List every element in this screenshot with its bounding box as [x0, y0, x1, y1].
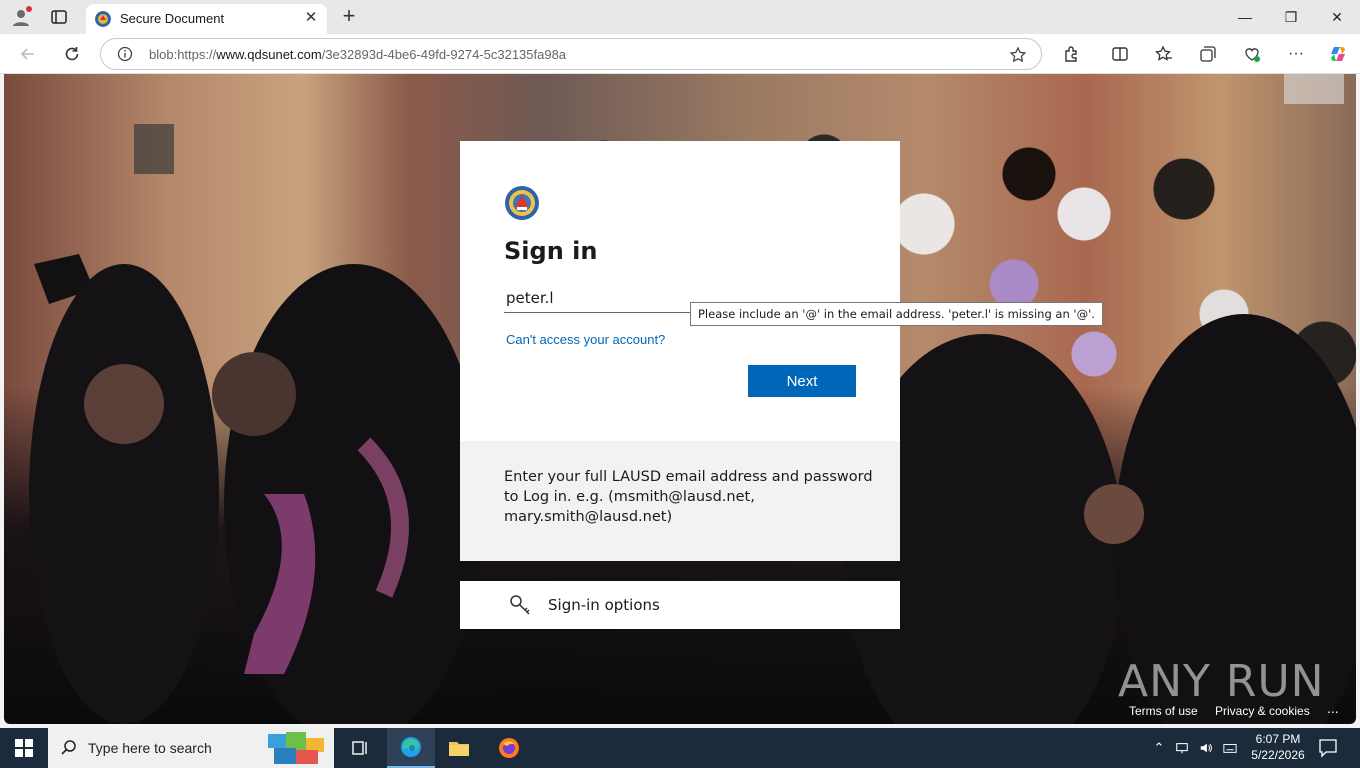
extensions-icon[interactable] [1059, 42, 1083, 66]
address-bar[interactable]: blob:https://www.qdsunet.com/3e32893d-4b… [100, 38, 1042, 70]
lausd-logo-icon [504, 185, 540, 221]
copilot-icon[interactable] [1326, 42, 1350, 66]
next-button[interactable]: Next [748, 365, 856, 397]
signin-options-label: Sign-in options [548, 596, 660, 614]
clock-date: 5/22/2026 [1251, 748, 1305, 762]
firefox-icon[interactable] [485, 728, 533, 768]
profile-icon[interactable] [10, 6, 32, 28]
restore-icon[interactable]: ❐ [1268, 0, 1314, 34]
show-hidden-icons-icon[interactable]: ⌃ [1149, 738, 1169, 758]
tab-title: Secure Document [120, 11, 225, 26]
refresh-icon[interactable] [60, 42, 84, 66]
close-tab-icon[interactable]: ✕ [303, 10, 319, 26]
search-placeholder: Type here to search [88, 740, 212, 756]
browser-essentials-icon[interactable] [1240, 42, 1264, 66]
start-button[interactable] [0, 728, 48, 768]
tab-actions-icon[interactable] [50, 8, 68, 26]
notifications-icon[interactable] [1316, 738, 1340, 758]
key-icon [508, 593, 532, 617]
file-explorer-icon[interactable] [435, 728, 483, 768]
browser-toolbar: blob:https://www.qdsunet.com/3e32893d-4b… [0, 34, 1360, 74]
site-favicon-icon [95, 11, 111, 27]
terms-link[interactable]: Terms of use [1129, 704, 1198, 718]
windows-logo-icon [15, 739, 33, 757]
edge-taskbar-icon[interactable] [387, 728, 435, 768]
info-panel: Enter your full LAUSD email address and … [460, 441, 900, 561]
minimize-icon[interactable]: — [1222, 0, 1268, 34]
active-tab[interactable]: Secure Document ✕ [86, 4, 327, 34]
info-text: Enter your full LAUSD email address and … [504, 469, 873, 525]
signin-options-button[interactable]: Sign-in options [460, 581, 900, 629]
page-title: Sign in [504, 237, 598, 265]
signin-card: Sign in Can't access your account? Next [460, 141, 900, 441]
system-clock[interactable]: 6:07 PM 5/22/2026 [1240, 731, 1316, 763]
settings-more-icon[interactable]: ··· [1284, 42, 1308, 66]
volume-icon[interactable] [1196, 738, 1216, 758]
privacy-link[interactable]: Privacy & cookies [1215, 704, 1310, 718]
network-device-icon[interactable] [1172, 738, 1192, 758]
collections-icon[interactable] [1196, 42, 1220, 66]
search-highlight-art-icon [266, 730, 328, 766]
favorites-icon[interactable] [1152, 42, 1176, 66]
url-text: blob:https://www.qdsunet.com/3e32893d-4b… [149, 47, 567, 62]
site-info-icon[interactable] [117, 46, 133, 62]
browser-tabstrip: Secure Document ✕ + — ❐ ✕ [0, 0, 1360, 34]
notification-dot-icon [26, 6, 32, 12]
cant-access-link[interactable]: Can't access your account? [506, 332, 665, 347]
taskbar-search[interactable]: Type here to search [48, 728, 334, 768]
validation-tooltip: Please include an '@' in the email addre… [690, 302, 1103, 326]
clock-time: 6:07 PM [1255, 732, 1301, 746]
split-screen-icon[interactable] [1108, 42, 1132, 66]
task-view-icon[interactable] [336, 728, 384, 768]
windows-taskbar: Type here to search ⌃ 6:07 PM 5/22/2026 [0, 728, 1360, 768]
back-icon[interactable] [16, 42, 40, 66]
search-icon [60, 739, 78, 757]
keyboard-language-icon[interactable] [1220, 738, 1240, 758]
watermark-text: ANY RUN [1118, 656, 1325, 707]
more-options-icon[interactable]: ... [1327, 700, 1339, 716]
favorite-star-icon[interactable] [1009, 46, 1027, 64]
close-window-icon[interactable]: ✕ [1314, 0, 1360, 34]
new-tab-icon[interactable]: + [338, 5, 360, 28]
